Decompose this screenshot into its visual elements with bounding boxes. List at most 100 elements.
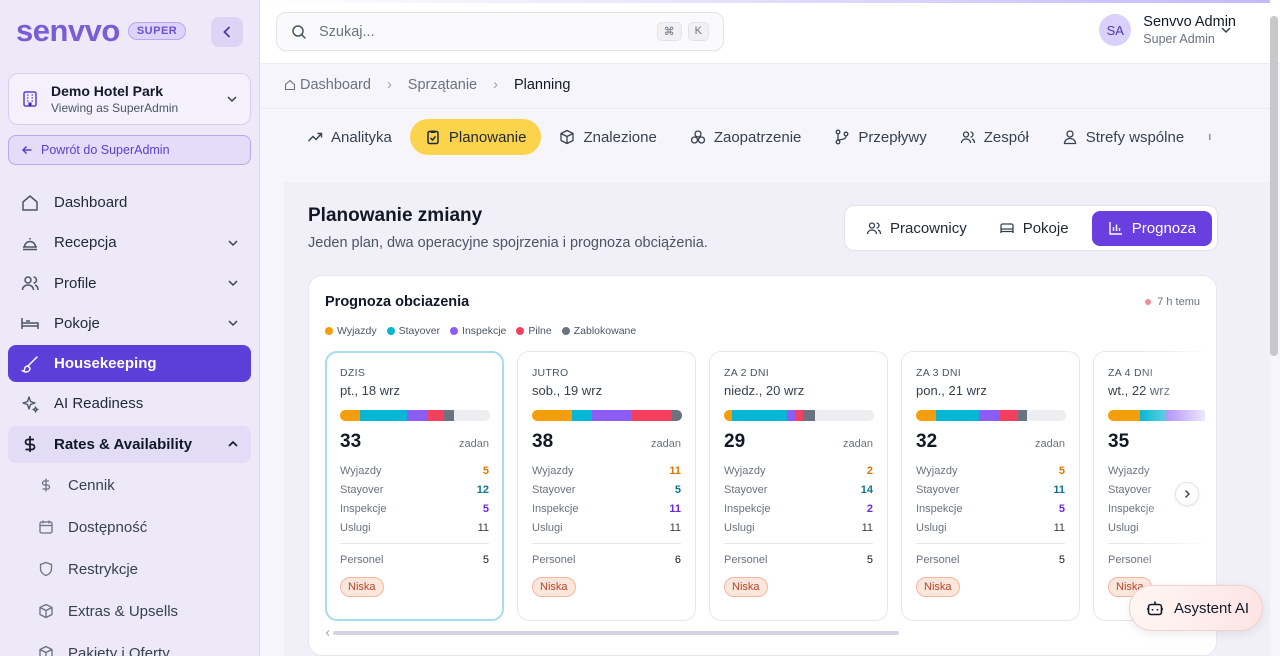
- legend-swatch: [561, 327, 570, 335]
- view-label: Prognoza: [1131, 219, 1196, 237]
- sidebar-item-recepcja[interactable]: Recepcja: [8, 224, 251, 261]
- arrow-left-icon: [21, 145, 32, 155]
- sidebar-item-housekeeping[interactable]: Housekeeping: [8, 345, 251, 383]
- forecast-day-card[interactable]: ZA 3 DNI pon., 21 wrz 32 zadan Wyjazdy 5 …: [901, 351, 1080, 621]
- tab-przeplywy[interactable]: Przepływy: [819, 119, 941, 155]
- tab-more[interactable]: [1202, 119, 1224, 155]
- home-icon: [284, 79, 296, 91]
- tab-analityka[interactable]: Analityka: [292, 119, 407, 155]
- row-label: Stayover: [340, 483, 384, 496]
- tab-planowanie[interactable]: Planowanie: [409, 119, 542, 155]
- bar-segment-pilne: [795, 410, 803, 421]
- search-placeholder: Szukaj...: [319, 23, 375, 40]
- sidebar-item-dashboard[interactable]: Dashboard: [8, 184, 251, 221]
- sidebar-item-label: Rates & Availability: [54, 435, 193, 453]
- day-date: pon., 21 wrz: [916, 383, 987, 398]
- chevron-right-icon: [1185, 490, 1190, 498]
- view-pokoje-button[interactable]: Pokoje: [983, 211, 1085, 246]
- tab-zespol[interactable]: Zespół: [945, 119, 1044, 155]
- task-total: 33: [340, 431, 362, 452]
- divider: [532, 543, 681, 544]
- forecast-day-card[interactable]: JUTRO sob., 19 wrz 38 zadan Wyjazdy 11 St…: [517, 351, 696, 621]
- user-menu[interactable]: SA Senvvo Admin Super Admin: [1099, 14, 1236, 46]
- tab-znalezione[interactable]: Znalezione: [544, 119, 671, 155]
- tab-bar: Analityka Planowanie Znalezione Zaopatrz…: [292, 119, 1227, 155]
- row-uslugi: Uslugi 11: [532, 518, 681, 537]
- page-scrollbar[interactable]: [1270, 16, 1278, 356]
- users-icon: [21, 276, 39, 291]
- back-label: Powrót do SuperAdmin: [41, 143, 170, 157]
- dollar-icon: [24, 436, 36, 453]
- horizontal-scrollbar[interactable]: [325, 630, 1205, 636]
- hotel-selector[interactable]: Demo Hotel Park Viewing as SuperAdmin: [8, 73, 251, 125]
- day-date: pt., 18 wrz: [340, 383, 400, 398]
- sidebar-nav: Dashboard Recepcja Profile Pokoje Housek…: [8, 184, 251, 656]
- sidebar-subitem-dostepnosc[interactable]: Dostępność: [8, 508, 251, 546]
- sidebar: senvvo SUPER Demo Hotel Park Viewing as …: [0, 0, 260, 656]
- tab-label: Analityka: [331, 128, 392, 146]
- forecast-legend: Wyjazdy Stayover Inspekcje Pilne Zabloko…: [325, 325, 636, 337]
- view-prognoza-button[interactable]: Prognoza: [1091, 210, 1212, 246]
- forecast-day-card[interactable]: DZIS pt., 18 wrz 33 zadan Wyjazdy 5 Stayo…: [325, 351, 504, 621]
- bar-segment-stayover: [360, 410, 407, 421]
- row-value: 14: [860, 483, 873, 496]
- row-value: 11: [1053, 483, 1065, 496]
- page-subtitle: Jeden plan, dwa operacyjne spojrzenia i …: [308, 235, 708, 251]
- view-pracownicy-button[interactable]: Pracownicy: [850, 211, 983, 246]
- breadcrumb-sprzatanie[interactable]: Sprzątanie: [408, 77, 477, 93]
- tab-label: Znalezione: [583, 128, 657, 146]
- collapse-sidebar-button[interactable]: [211, 17, 243, 47]
- row-label: Wyjazdy: [916, 464, 958, 477]
- search-input[interactable]: Szukaj... ⌘ K: [276, 12, 724, 51]
- load-badge: Niska: [340, 577, 384, 597]
- tab-strefy-wspolne[interactable]: Strefy wspólne: [1047, 119, 1199, 155]
- concierge-bell-icon: [23, 237, 37, 251]
- view-label: Pokoje: [1022, 219, 1069, 237]
- row-label: Uslugi: [1108, 521, 1139, 534]
- sidebar-subitem-restrykcje[interactable]: Restrykcje: [8, 550, 251, 588]
- scrollbar-thumb[interactable]: [333, 631, 899, 635]
- task-breakdown: Wyjazdy 2 Stayover 14 Inspekcje 2 Uslugi 11: [724, 461, 873, 537]
- clipboard-check-icon: [427, 130, 439, 145]
- breadcrumb: Dashboard › Sprzątanie › Planning: [284, 77, 570, 93]
- ai-assistant-button[interactable]: Asystent AI: [1129, 585, 1263, 631]
- trending-up-icon: [308, 132, 323, 142]
- chevron-down-icon[interactable]: [1220, 24, 1232, 36]
- user-lock-icon: [1063, 130, 1076, 145]
- bar-segment-wyjazdy: [724, 410, 732, 421]
- row-label: Stayover: [724, 483, 768, 496]
- sidebar-subitem-extras[interactable]: Extras & Upsells: [8, 592, 251, 630]
- row-label: Wyjazdy: [724, 464, 766, 477]
- package-icon: [39, 645, 53, 656]
- sidebar-item-profile[interactable]: Profile: [8, 265, 251, 302]
- load-badge: Niska: [916, 577, 960, 597]
- scroll-left-arrow-icon: [325, 630, 330, 636]
- back-to-superadmin-button[interactable]: Powrót do SuperAdmin: [8, 135, 251, 165]
- row-value: 5: [1058, 553, 1065, 566]
- forecast-title: Prognoza obciazenia: [325, 294, 470, 310]
- tab-label: Przepływy: [858, 128, 927, 146]
- bar-segment-wyjazdy: [532, 410, 572, 421]
- load-badge: Niska: [724, 577, 768, 597]
- scroll-right-button[interactable]: [1175, 482, 1199, 506]
- brand-logo[interactable]: senvvo: [16, 14, 120, 48]
- row-personel: Personel 5: [724, 550, 873, 569]
- breadcrumb-dashboard[interactable]: Dashboard: [300, 77, 371, 93]
- sidebar-item-ai-readiness[interactable]: AI Readiness: [8, 385, 251, 422]
- row-uslugi: Uslugi 11: [916, 518, 1065, 537]
- sidebar-subitem-pakiety[interactable]: Pakiety i Oferty: [8, 634, 251, 656]
- row-label: Uslugi: [340, 521, 371, 534]
- task-count-row: 33 zadan: [340, 431, 489, 453]
- row-uslugi: Uslugi 11: [340, 518, 489, 537]
- tab-zaopatrzenie[interactable]: Zaopatrzenie: [675, 119, 817, 155]
- row-label: Personel: [340, 553, 384, 566]
- legend-label: Pilne: [528, 325, 552, 337]
- row-value: 11: [669, 521, 681, 534]
- sidebar-item-rates[interactable]: Rates & Availability: [8, 425, 251, 463]
- legend-zablokowane: Zablokowane: [561, 325, 636, 337]
- forecast-day-card[interactable]: ZA 2 DNI niedz., 20 wrz 29 zadan Wyjazdy…: [709, 351, 888, 621]
- row-value: 2: [866, 464, 873, 477]
- sidebar-item-pokoje[interactable]: Pokoje: [8, 305, 251, 342]
- legend-swatch: [386, 327, 395, 335]
- sidebar-subitem-cennik[interactable]: Cennik: [8, 466, 251, 504]
